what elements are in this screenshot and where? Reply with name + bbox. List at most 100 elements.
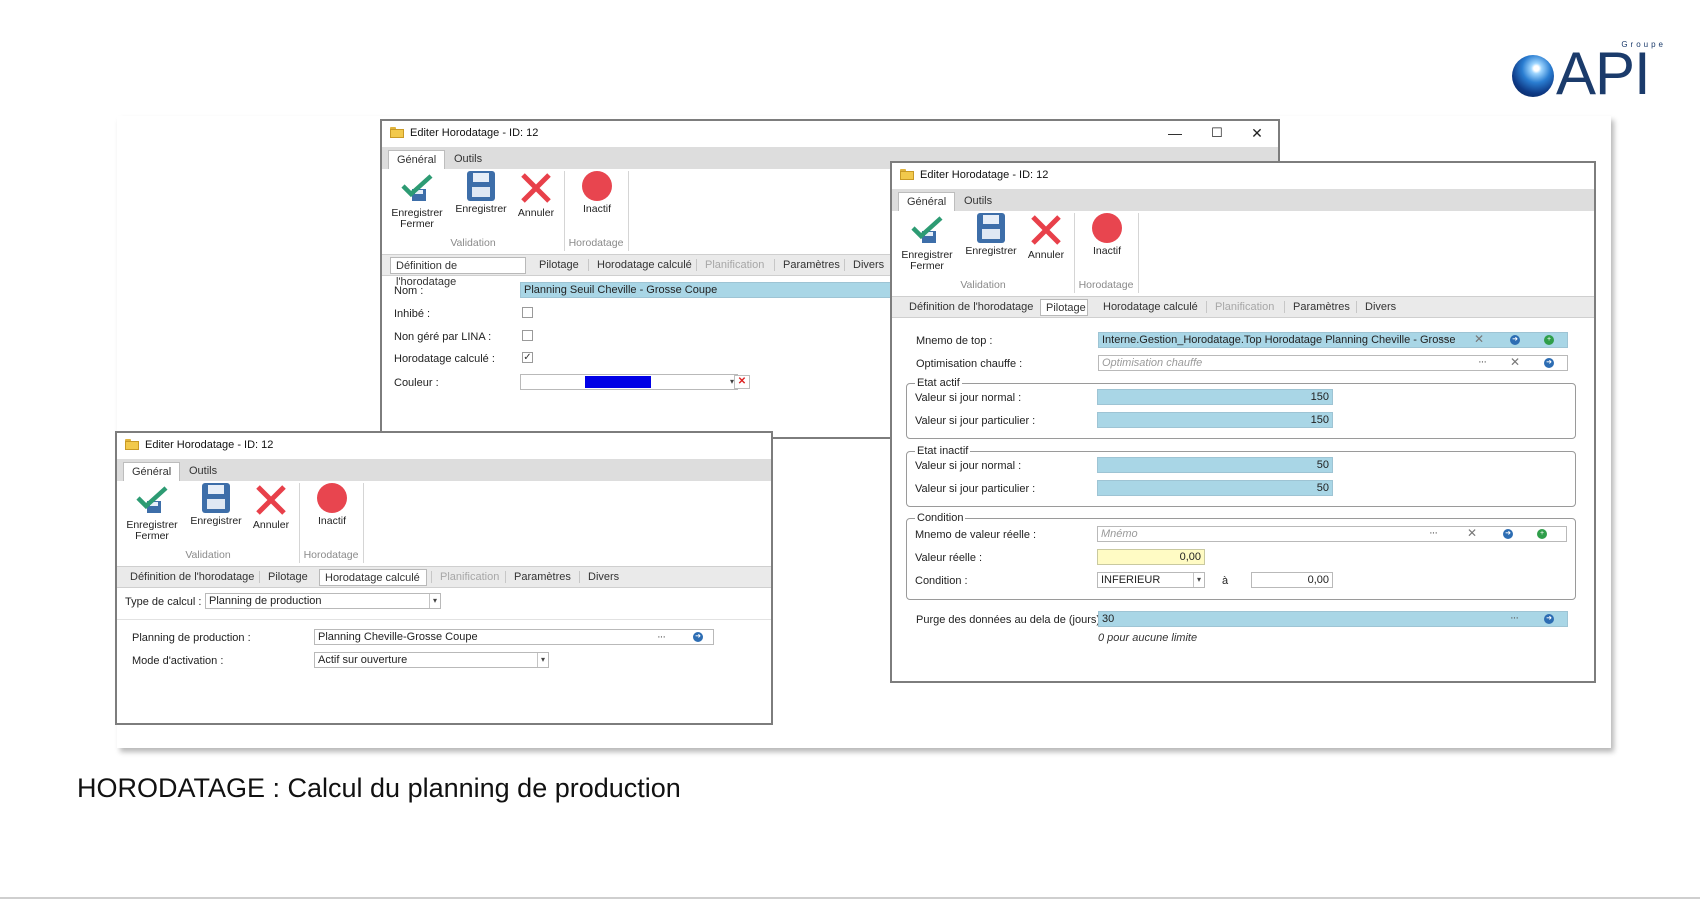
tab-parametres[interactable]: Paramètres <box>509 569 576 586</box>
group-label-validation: Validation <box>960 279 1006 291</box>
navigate-arrow-icon[interactable]: ➜ <box>1544 358 1554 368</box>
tab-parametres[interactable]: Paramètres <box>1288 299 1355 316</box>
tab-planification: Planification <box>1215 301 1275 313</box>
actif-jour-normal-label: Valeur si jour normal : <box>915 392 1022 404</box>
horodatage-calcule-checkbox[interactable]: ✓ <box>522 352 533 363</box>
tab-divers[interactable]: Divers <box>1360 299 1401 316</box>
non-gere-checkbox[interactable] <box>522 330 533 341</box>
inactive-label: Inactif <box>1092 245 1121 257</box>
slide-caption: HORODATAGE : Calcul du planning de produ… <box>77 773 681 803</box>
valeur-reelle-input[interactable]: 0,00 <box>1097 549 1205 565</box>
tab-separator <box>505 571 506 583</box>
etat-actif-title: Etat actif <box>915 377 962 389</box>
tab-divers[interactable]: Divers <box>848 257 889 274</box>
logo-brand-text: API <box>1556 40 1651 107</box>
tab-pilotage[interactable]: Pilotage <box>534 257 584 274</box>
ribbon-tab-outils[interactable]: Outils <box>446 150 490 169</box>
cancel-button[interactable]: Annuler <box>249 483 293 531</box>
more-dots-icon[interactable]: ··· <box>1510 612 1519 624</box>
more-dots-icon[interactable]: ··· <box>1429 527 1438 539</box>
tab-planification: Planification <box>440 571 500 583</box>
tab-horodatage-calcule[interactable]: Horodatage calculé <box>592 257 697 274</box>
save-close-button[interactable]: Enregistrer Fermer <box>388 171 446 230</box>
inactif-jour-normal-input[interactable]: 50 <box>1097 457 1333 473</box>
ribbon-tab-outils[interactable]: Outils <box>181 462 225 481</box>
etat-actif-group: Etat actif Valeur si jour normal : 150 V… <box>906 377 1576 439</box>
tab-horodatage-calcule[interactable]: Horodatage calculé <box>319 569 427 586</box>
type-calcul-select[interactable]: Planning de production ▾ <box>205 593 441 609</box>
more-dots-icon[interactable]: ··· <box>1478 356 1487 368</box>
condition-select[interactable]: INFERIEUR ▾ <box>1097 572 1205 588</box>
chevron-down-icon[interactable]: ▾ <box>537 653 548 667</box>
etat-inactif-group: Etat inactif Valeur si jour normal : 50 … <box>906 445 1576 507</box>
couleur-picker[interactable]: ▾ <box>520 374 738 390</box>
mode-activation-select[interactable]: Actif sur ouverture ▾ <box>314 652 549 668</box>
navigate-arrow-icon[interactable]: ➜ <box>1544 614 1554 624</box>
cancel-button[interactable]: Annuler <box>1024 213 1068 261</box>
ribbon-tab-general[interactable]: Général <box>898 192 956 211</box>
more-dots-icon[interactable]: ··· <box>657 630 666 644</box>
ribbon: Enregistrer Fermer Enregistrer Annuler I… <box>892 211 1594 297</box>
close-button[interactable]: ✕ <box>1238 123 1276 143</box>
condition-threshold-input[interactable]: 0,00 <box>1251 572 1333 588</box>
inactif-jour-particulier-input[interactable]: 50 <box>1097 480 1333 496</box>
api-logo: Groupe API <box>1508 38 1668 104</box>
navigate-arrow-icon[interactable]: ➜ <box>1510 335 1520 345</box>
section-divider <box>117 619 771 620</box>
window-titlebar: Editer Horodatage - ID: 12 — ☐ ✕ <box>382 121 1278 147</box>
ribbon-tab-outils[interactable]: Outils <box>956 192 1000 211</box>
ribbon-tab-general[interactable]: Général <box>388 150 446 169</box>
tab-definition[interactable]: Définition de l'horodatage <box>904 299 1038 316</box>
window-title: Editer Horodatage - ID: 12 <box>920 169 1049 181</box>
mnemo-reelle-input[interactable]: Mnémo <box>1097 526 1567 542</box>
condition-value: INFERIEUR <box>1101 574 1161 586</box>
more-dots-icon[interactable]: ··· <box>1440 333 1449 345</box>
chevron-down-icon[interactable]: ▾ <box>429 594 440 608</box>
actif-jour-particulier-input[interactable]: 150 <box>1097 412 1333 428</box>
save-close-button[interactable]: Enregistrer Fermer <box>898 213 956 272</box>
add-plus-icon[interactable]: + <box>1537 529 1547 539</box>
clear-color-button[interactable]: ✕ <box>734 375 750 389</box>
cancel-button[interactable]: Annuler <box>514 171 558 219</box>
tab-definition[interactable]: Définition de l'horodatage <box>390 257 526 288</box>
ribbon-tabstrip: Général Outils <box>117 459 771 481</box>
condition-group: Condition Mnemo de valeur réelle : Mnémo… <box>906 512 1576 600</box>
nom-input[interactable]: Planning Seuil Cheville - Grosse Coupe <box>520 282 920 298</box>
tab-parametres[interactable]: Paramètres <box>778 257 845 274</box>
mnemo-top-input[interactable]: Interne.Gestion_Horodatage.Top Horodatag… <box>1098 332 1568 348</box>
optimisation-input[interactable]: Optimisation chauffe <box>1098 355 1568 371</box>
save-button[interactable]: Enregistrer <box>185 483 247 527</box>
tab-pilotage[interactable]: Pilotage <box>1040 299 1088 316</box>
add-plus-icon[interactable]: + <box>1544 335 1554 345</box>
maximize-button[interactable]: ☐ <box>1198 123 1236 143</box>
tab-divers[interactable]: Divers <box>583 569 624 586</box>
chevron-down-icon[interactable]: ▾ <box>1193 573 1204 587</box>
ribbon-tab-general[interactable]: Général <box>123 462 181 481</box>
tab-definition[interactable]: Définition de l'horodatage <box>125 569 259 586</box>
save-button[interactable]: Enregistrer <box>450 171 512 215</box>
floppy-icon <box>977 213 1005 243</box>
inactive-button[interactable]: Inactif <box>307 483 357 527</box>
type-calcul-value: Planning de production <box>209 595 322 607</box>
purge-input[interactable]: 30 <box>1098 611 1568 627</box>
navigate-arrow-icon[interactable]: ➜ <box>693 632 703 642</box>
save-label: Enregistrer <box>190 515 242 527</box>
clear-x-icon[interactable]: ✕ <box>1467 526 1477 540</box>
tab-pilotage[interactable]: Pilotage <box>263 569 313 586</box>
tab-horodatage-calcule[interactable]: Horodatage calculé <box>1098 299 1203 316</box>
clear-x-icon[interactable]: ✕ <box>1474 332 1484 346</box>
tab-planification: Planification <box>705 259 765 271</box>
clear-x-icon[interactable]: ✕ <box>1510 355 1520 369</box>
actif-jour-normal-input[interactable]: 150 <box>1097 389 1333 405</box>
save-button[interactable]: Enregistrer <box>960 213 1022 257</box>
save-close-label: Enregistrer Fermer <box>391 207 443 230</box>
inactive-button[interactable]: Inactif <box>572 171 622 215</box>
tab-separator <box>431 571 432 583</box>
inactive-button[interactable]: Inactif <box>1082 213 1132 257</box>
save-close-button[interactable]: Enregistrer Fermer <box>123 483 181 542</box>
tab-separator <box>844 259 845 271</box>
minimize-button[interactable]: — <box>1156 123 1194 143</box>
planning-production-input[interactable]: Planning Cheville-Grosse Coupe ··· ➜ <box>314 629 714 645</box>
inhibe-checkbox[interactable] <box>522 307 533 318</box>
navigate-arrow-icon[interactable]: ➜ <box>1503 529 1513 539</box>
